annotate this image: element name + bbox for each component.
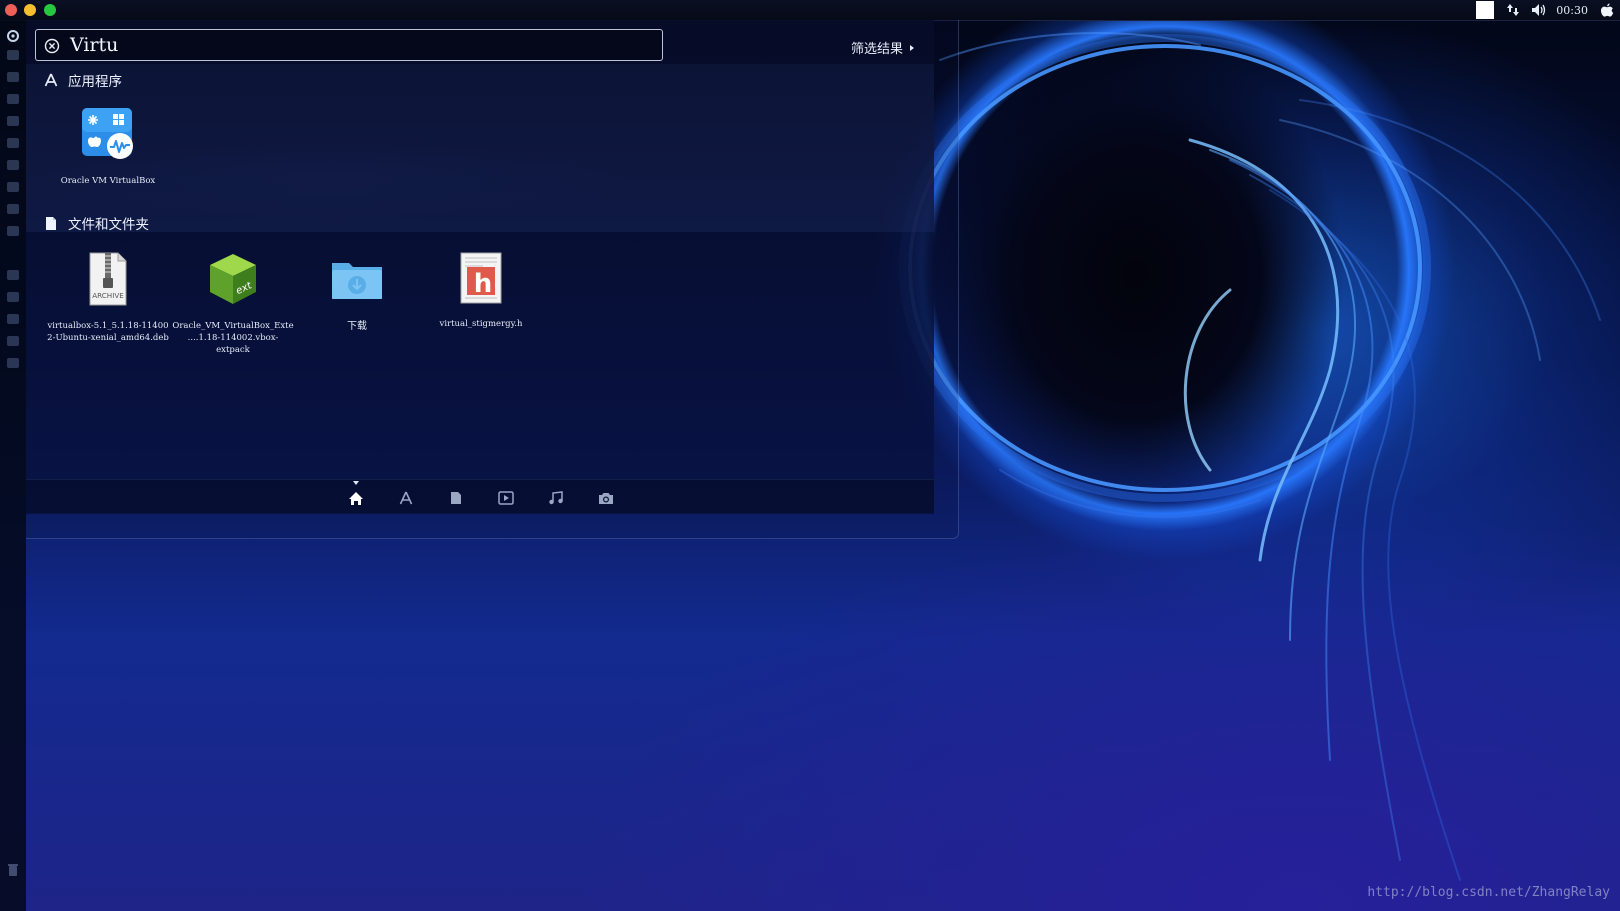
launcher-item[interactable] bbox=[7, 270, 19, 280]
clear-search-icon[interactable] bbox=[44, 38, 60, 54]
photo-lens-icon[interactable] bbox=[598, 490, 614, 506]
item-label: virtualbox-5.1_5.1.18-11400 2-Ubuntu-xen… bbox=[47, 321, 169, 343]
extpack-cube-icon: ext bbox=[205, 251, 261, 307]
launcher-item[interactable] bbox=[7, 314, 19, 324]
filter-results-button[interactable]: 筛选结果 bbox=[851, 38, 915, 57]
section-header-files: 文件和文件夹 bbox=[44, 213, 149, 233]
item-label: virtual_stigmergy.h bbox=[439, 319, 523, 329]
video-lens-icon[interactable] bbox=[498, 490, 514, 506]
clock[interactable]: 00:30 bbox=[1556, 4, 1588, 17]
apple-icon[interactable] bbox=[1598, 1, 1616, 19]
active-lens-indicator bbox=[353, 481, 359, 485]
settings-icon[interactable] bbox=[6, 28, 20, 42]
result-item-virtualbox[interactable]: Oracle VM VirtualBox bbox=[46, 106, 170, 187]
home-lens-icon[interactable] bbox=[348, 490, 364, 506]
search-query-text[interactable]: Virtu bbox=[70, 33, 118, 57]
launcher-item[interactable] bbox=[7, 204, 19, 214]
item-label: Oracle VM VirtualBox bbox=[60, 176, 156, 186]
launcher-item[interactable] bbox=[7, 182, 19, 192]
section-header-applications: 应用程序 bbox=[44, 70, 122, 90]
top-menu-bar: 00:30 bbox=[0, 0, 1620, 21]
result-item-extpack[interactable]: ext Oracle_VM_VirtualBox_Exte ....1.18-1… bbox=[171, 251, 295, 356]
launcher-item[interactable] bbox=[7, 94, 19, 104]
music-lens-icon[interactable] bbox=[548, 490, 564, 506]
applications-category-icon bbox=[44, 72, 58, 88]
result-item-header-file[interactable]: h virtual_stigmergy.h bbox=[419, 251, 543, 330]
launcher-item[interactable] bbox=[7, 336, 19, 346]
launcher-item[interactable] bbox=[7, 358, 19, 368]
volume-icon[interactable] bbox=[1530, 1, 1548, 19]
system-tray: 00:30 bbox=[1476, 0, 1620, 20]
search-input[interactable]: Virtu bbox=[35, 29, 663, 61]
launcher-sidebar bbox=[0, 20, 26, 911]
launcher-item[interactable] bbox=[7, 72, 19, 82]
window-maximize-button[interactable] bbox=[44, 4, 56, 16]
dash-panel: Virtu 筛选结果 应用程序 Oracle VM VirtualBox 文件和… bbox=[26, 20, 934, 514]
launcher-item[interactable] bbox=[7, 138, 19, 148]
window-minimize-button[interactable] bbox=[24, 4, 36, 16]
archive-icon-text: ARCHIVE bbox=[92, 291, 124, 300]
launcher-item[interactable] bbox=[7, 160, 19, 170]
launcher-item[interactable] bbox=[7, 226, 19, 236]
launcher-item[interactable] bbox=[7, 50, 19, 60]
header-file-icon-text: h bbox=[474, 269, 493, 299]
triangle-right-icon bbox=[910, 44, 915, 51]
launcher-item[interactable] bbox=[7, 116, 19, 126]
network-icon[interactable] bbox=[1504, 1, 1522, 19]
virtualbox-icon bbox=[80, 106, 136, 162]
item-label: Oracle_VM_VirtualBox_Exte ....1.18-11400… bbox=[172, 321, 294, 355]
archive-icon: ARCHIVE bbox=[80, 251, 136, 307]
files-lens-icon[interactable] bbox=[448, 490, 464, 506]
item-label: 下载 bbox=[347, 321, 367, 332]
launcher-item[interactable] bbox=[7, 292, 19, 302]
filter-results-label: 筛选结果 bbox=[851, 42, 904, 57]
trash-icon[interactable] bbox=[7, 862, 19, 876]
watermark-url: http://blog.csdn.net/ZhangRelay bbox=[1367, 885, 1610, 900]
white-square-indicator[interactable] bbox=[1476, 1, 1495, 19]
result-item-download-folder[interactable]: 下载 bbox=[295, 251, 419, 333]
download-folder-icon bbox=[329, 251, 385, 307]
lens-bar bbox=[26, 479, 934, 514]
c-header-file-icon: h bbox=[453, 251, 509, 307]
section-title: 应用程序 bbox=[68, 74, 122, 90]
applications-lens-icon[interactable] bbox=[398, 490, 414, 506]
result-item-deb-package[interactable]: ARCHIVE virtualbox-5.1_5.1.18-11400 2-Ub… bbox=[46, 251, 170, 344]
document-category-icon bbox=[44, 215, 58, 231]
window-close-button[interactable] bbox=[5, 4, 17, 16]
section-title: 文件和文件夹 bbox=[68, 217, 149, 233]
